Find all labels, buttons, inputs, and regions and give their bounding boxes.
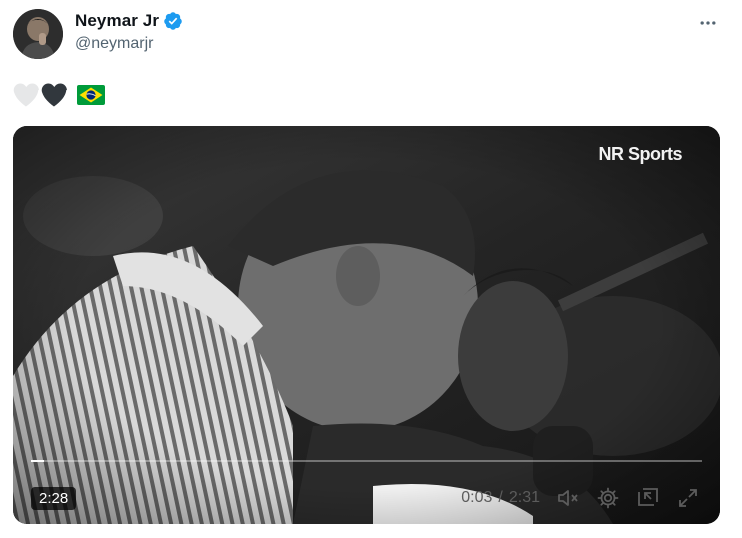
video-watermark: NR Sports <box>598 144 682 164</box>
video-controls: 0:03 / 2:31 <box>461 486 700 510</box>
video-frame <box>13 126 720 524</box>
mute-toggle-icon[interactable] <box>556 486 580 510</box>
time-readout: 0:03 / 2:31 <box>461 489 540 507</box>
more-options-button[interactable] <box>690 10 726 36</box>
display-name[interactable]: Neymar Jr <box>75 11 159 31</box>
video-progress-bar[interactable] <box>31 460 702 462</box>
picture-in-picture-icon[interactable] <box>636 486 660 510</box>
duration-badge: 2:28 <box>31 487 77 510</box>
time-separator: / <box>498 489 503 506</box>
fullscreen-icon[interactable] <box>676 486 700 510</box>
black-heart-icon <box>41 82 67 108</box>
current-time: 0:03 <box>461 489 493 506</box>
tweet-text <box>13 82 105 108</box>
user-handle[interactable]: @neymarjr <box>75 35 183 53</box>
tweet-card: Neymar Jr @neymarjr NR Sports 2:28 0:03 … <box>0 0 742 538</box>
white-heart-icon <box>13 82 39 108</box>
author-info: Neymar Jr @neymarjr <box>75 11 183 53</box>
author-name-row: Neymar Jr <box>75 11 183 31</box>
total-time: 2:31 <box>508 489 540 506</box>
settings-gear-icon[interactable] <box>596 486 620 510</box>
video-progress-fill <box>31 460 45 462</box>
more-dots-icon <box>700 21 716 25</box>
brazil-flag-icon <box>77 85 105 105</box>
verified-badge-icon <box>163 11 183 31</box>
video-player[interactable]: NR Sports 2:28 0:03 / 2:31 <box>13 126 720 524</box>
avatar[interactable] <box>13 9 63 59</box>
